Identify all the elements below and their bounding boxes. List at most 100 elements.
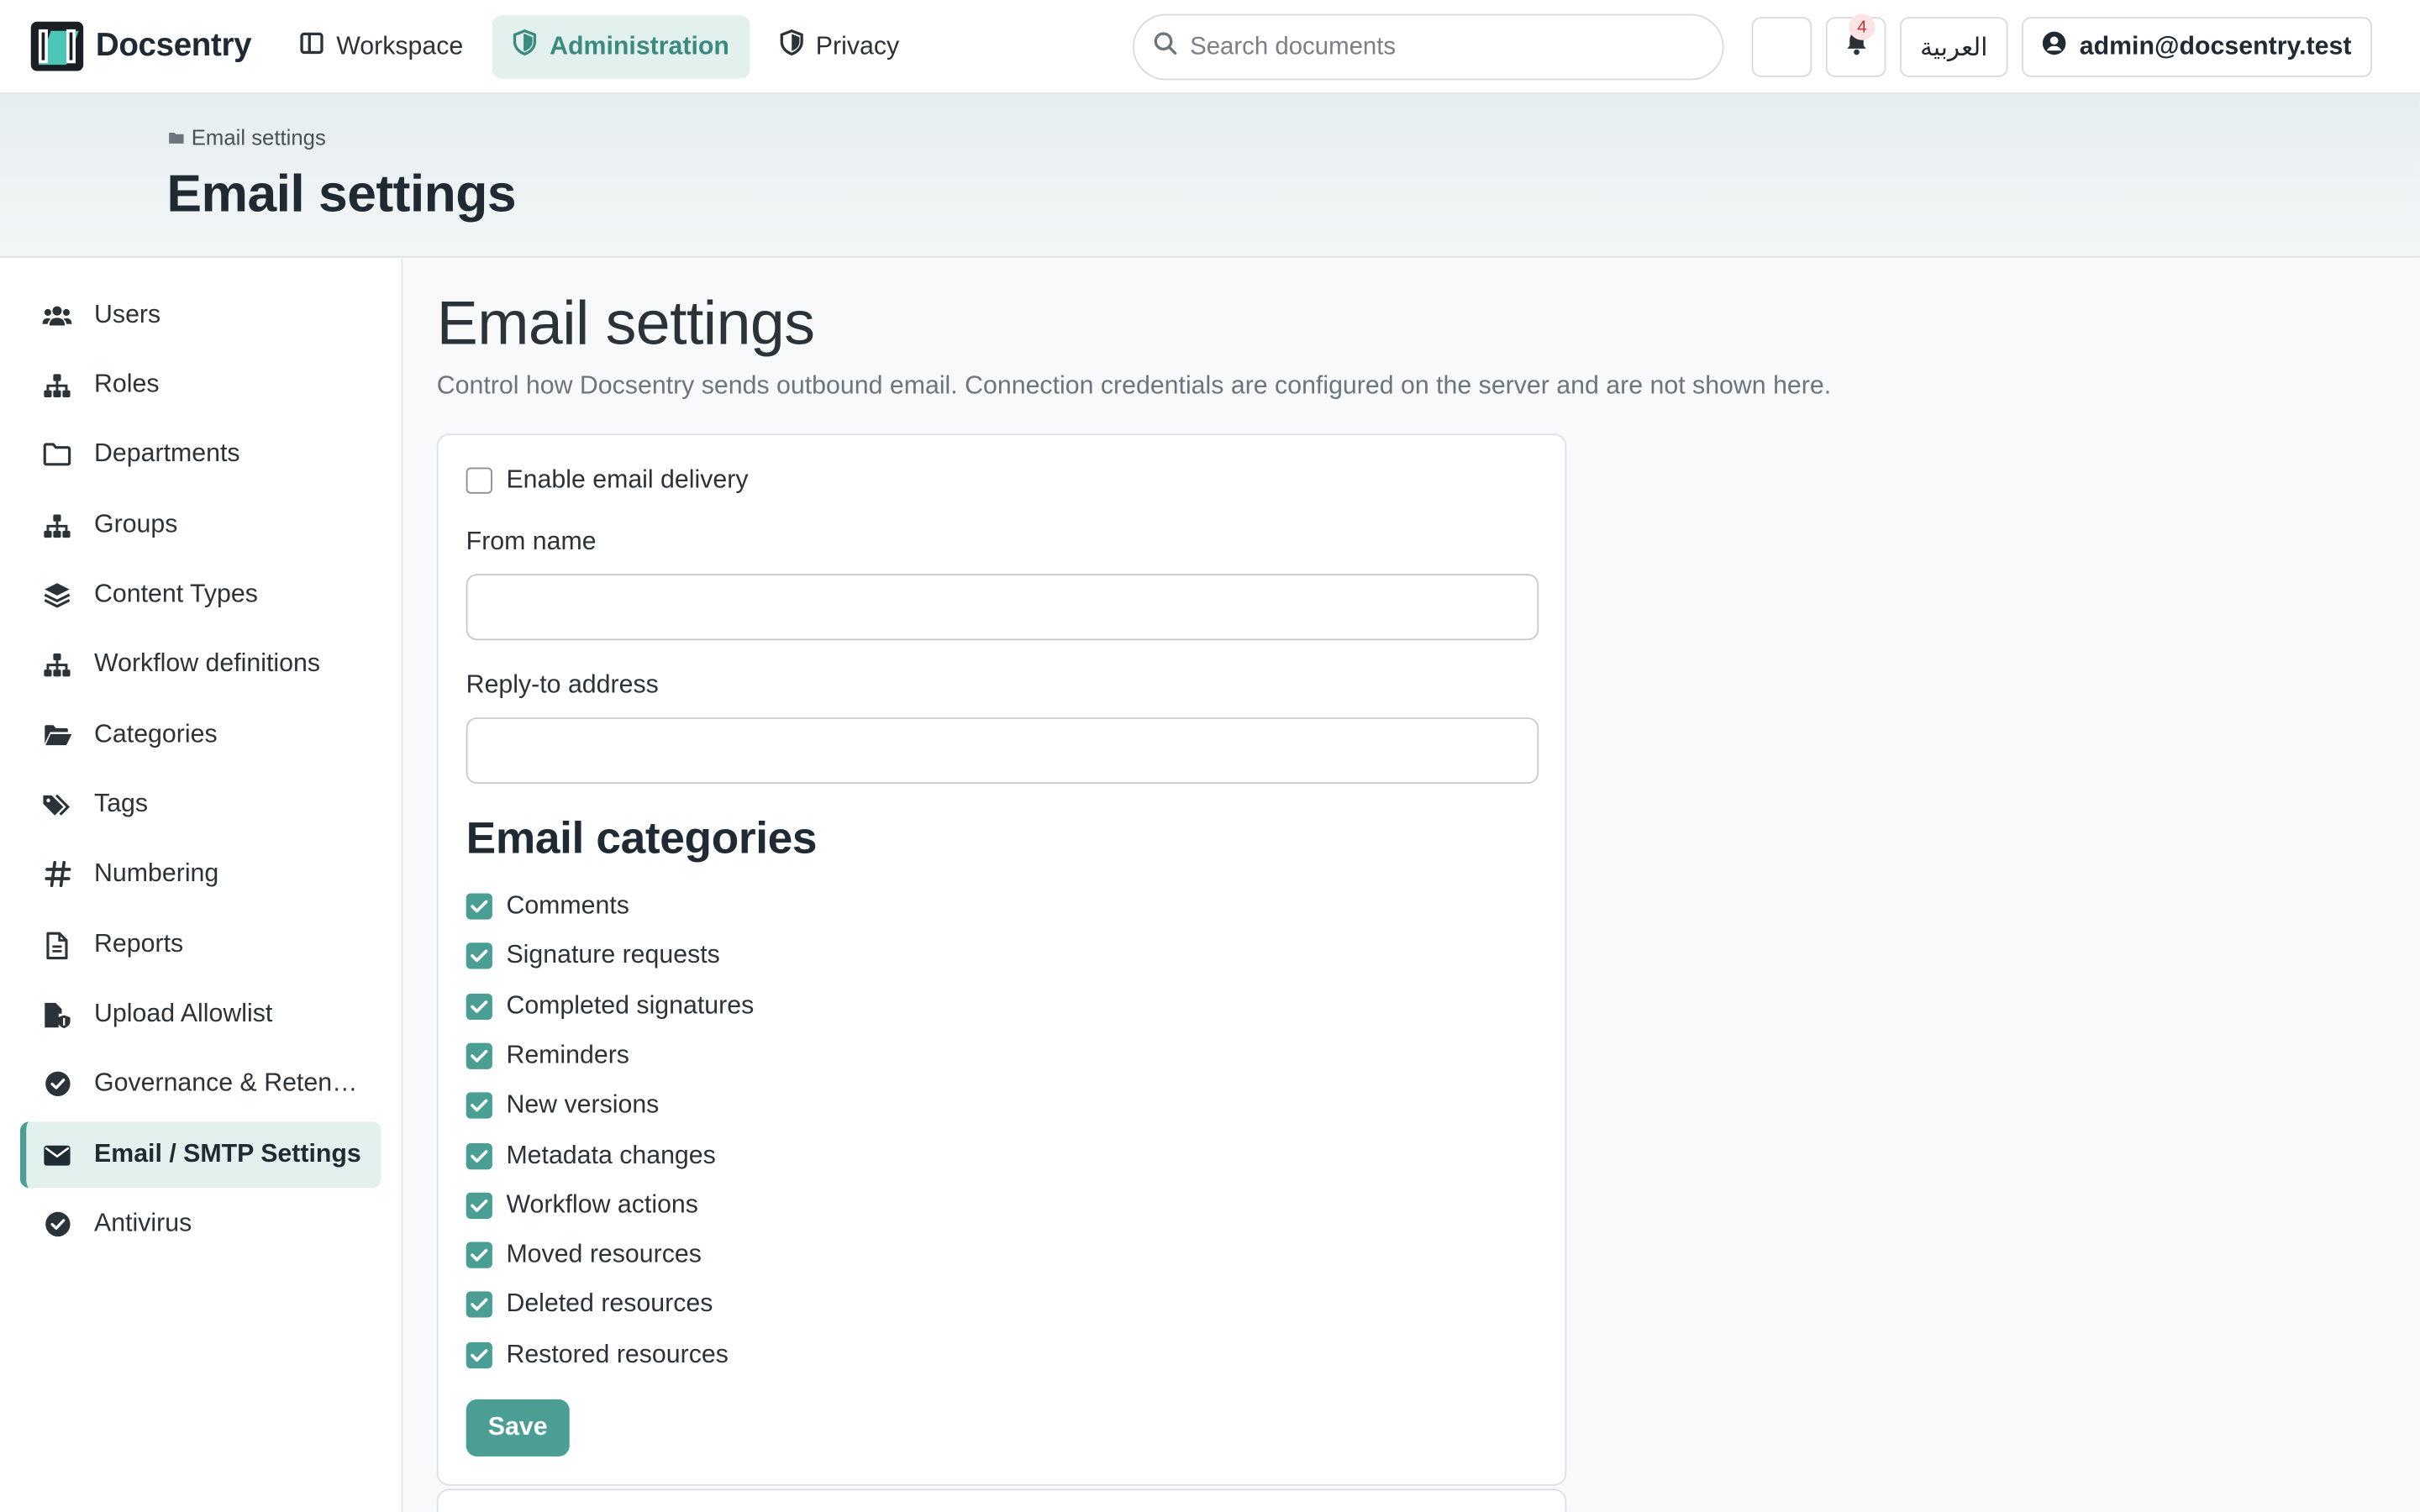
sidebar-item-label: Content Types <box>94 580 258 608</box>
theme-toggle-button[interactable] <box>1751 17 1812 77</box>
category-label: Deleted resources <box>506 1289 713 1318</box>
category-row[interactable]: New versions <box>466 1090 660 1121</box>
sidebar-item-departments[interactable]: Departments <box>20 421 381 487</box>
docsentry-logo <box>30 21 84 71</box>
enable-email-delivery-label: Enable email delivery <box>506 465 749 494</box>
account-menu-button[interactable]: admin@docsentry.test <box>2022 17 2373 77</box>
category-checkbox[interactable] <box>466 893 492 920</box>
sidebar-item-label: Antivirus <box>94 1209 192 1238</box>
sidebar-item-categories[interactable]: Categories <box>20 702 381 769</box>
sidebar-item-groups[interactable]: Groups <box>20 492 381 559</box>
category-checkbox[interactable] <box>466 1142 492 1170</box>
page-description: Control how Docsentry sends outbound ema… <box>436 371 1832 400</box>
category-row[interactable]: Metadata changes <box>466 1142 716 1171</box>
category-label: Moved resources <box>506 1240 702 1268</box>
notifications-button[interactable]: 4 <box>1825 13 1886 77</box>
check-circle-icon <box>42 1209 73 1240</box>
sidebar-item-label: Workflow definitions <box>94 649 320 678</box>
category-label: Workflow actions <box>506 1190 698 1219</box>
sidebar-item-governance-retention[interactable]: Governance & Retention <box>20 1051 381 1117</box>
moon-icon <box>1768 29 1796 65</box>
category-checkbox[interactable] <box>466 1092 492 1119</box>
category-label: Restored resources <box>506 1341 729 1369</box>
nav-workspace[interactable]: Workspace <box>279 14 483 77</box>
envelope-icon <box>42 1139 73 1170</box>
layout-icon <box>299 30 336 63</box>
enable-email-delivery-checkbox[interactable] <box>466 467 492 494</box>
category-checkbox[interactable] <box>466 942 492 969</box>
sidebar-item-label: Governance & Retention <box>94 1068 365 1097</box>
sidebar-item-antivirus[interactable]: Antivirus <box>20 1191 381 1257</box>
category-row[interactable]: Completed signatures <box>466 991 755 1021</box>
sidebar-item-workflow-definitions[interactable]: Workflow definitions <box>20 631 381 697</box>
nav-administration[interactable]: Administration <box>492 14 750 78</box>
email-settings-card: Enable email delivery From name Reply-to… <box>436 433 1567 1486</box>
notification-count-badge: 4 <box>1849 13 1876 40</box>
secondary-card <box>436 1488 1567 1512</box>
save-button[interactable]: Save <box>466 1399 570 1457</box>
shield-icon <box>513 29 550 63</box>
primary-nav: Workspace Administration Privacy <box>279 14 929 78</box>
category-row[interactable]: Reminders <box>466 1042 629 1071</box>
category-checkbox[interactable] <box>466 1242 492 1268</box>
sidebar-item-tags[interactable]: Tags <box>20 771 381 837</box>
sidebar-item-label: Categories <box>94 720 218 748</box>
category-checkbox[interactable] <box>466 1341 492 1369</box>
enable-email-delivery-toggle[interactable]: Enable email delivery <box>466 466 749 496</box>
sitemap-icon <box>42 648 73 680</box>
category-checkbox[interactable] <box>466 1042 492 1069</box>
top-navbar: Docsentry Workspace Administration Priva… <box>0 0 2420 95</box>
reply-to-label: Reply-to address <box>466 670 659 700</box>
sidebar-item-numbering[interactable]: Numbering <box>20 841 381 907</box>
language-label: العربية <box>1920 32 1988 62</box>
category-label: Reminders <box>506 1041 629 1069</box>
folder-open-icon <box>168 125 192 150</box>
from-name-field[interactable] <box>466 574 1539 641</box>
category-row[interactable]: Restored resources <box>466 1341 729 1370</box>
main-content: Email settings Control how Docsentry sen… <box>404 260 2420 1512</box>
category-row[interactable]: Comments <box>466 892 629 921</box>
sidebar-item-label: Users <box>94 301 161 329</box>
search-box <box>1133 13 1724 81</box>
sitemap-icon <box>42 510 73 541</box>
category-checkbox[interactable] <box>466 1192 492 1219</box>
language-switch-button[interactable]: العربية <box>1899 17 2008 77</box>
sidebar-item-users[interactable]: Users <box>20 282 381 349</box>
file-shield-icon <box>42 999 73 1030</box>
search-icon <box>1153 31 1177 64</box>
sidebar-item-label: Reports <box>94 930 184 958</box>
tags-icon <box>42 789 73 820</box>
category-label: New versions <box>506 1090 660 1119</box>
content-title: Email settings <box>436 290 815 359</box>
account-email: admin@docsentry.test <box>2079 32 2352 60</box>
category-label: Comments <box>506 891 629 920</box>
category-row[interactable]: Signature requests <box>466 941 720 970</box>
category-row[interactable]: Deleted resources <box>466 1289 713 1319</box>
brand-name: Docsentry <box>95 28 252 64</box>
layers-icon <box>42 580 73 611</box>
sidebar-item-label: Numbering <box>94 859 219 888</box>
category-checkbox[interactable] <box>466 1291 492 1318</box>
category-label: Completed signatures <box>506 991 755 1021</box>
file-icon <box>42 930 73 961</box>
sidebar-item-upload-allowlist[interactable]: Upload Allowlist <box>20 981 381 1047</box>
sidebar-item-label: Upload Allowlist <box>94 1000 273 1028</box>
category-row[interactable]: Moved resources <box>466 1241 702 1270</box>
breadcrumb-current[interactable]: Email settings <box>192 125 326 150</box>
reply-to-field[interactable] <box>466 717 1539 785</box>
from-name-label: From name <box>466 528 597 556</box>
brand[interactable]: Docsentry <box>30 21 252 71</box>
sidebar-item-roles[interactable]: Roles <box>20 352 381 418</box>
category-checkbox[interactable] <box>466 993 492 1021</box>
category-row[interactable]: Workflow actions <box>466 1191 698 1221</box>
email-categories-heading: Email categories <box>466 814 818 864</box>
nav-workspace-label: Workspace <box>336 31 464 60</box>
sidebar-item-reports[interactable]: Reports <box>20 911 381 978</box>
user-circle-icon <box>2043 31 2080 64</box>
nav-privacy[interactable]: Privacy <box>759 14 919 77</box>
sidebar-item-email-smtp-settings[interactable]: Email / SMTP Settings <box>19 1121 381 1189</box>
users-icon <box>42 300 73 331</box>
page-title: Email settings <box>166 165 517 224</box>
search-input[interactable] <box>1190 33 1684 61</box>
sidebar-item-content-types[interactable]: Content Types <box>20 562 381 628</box>
